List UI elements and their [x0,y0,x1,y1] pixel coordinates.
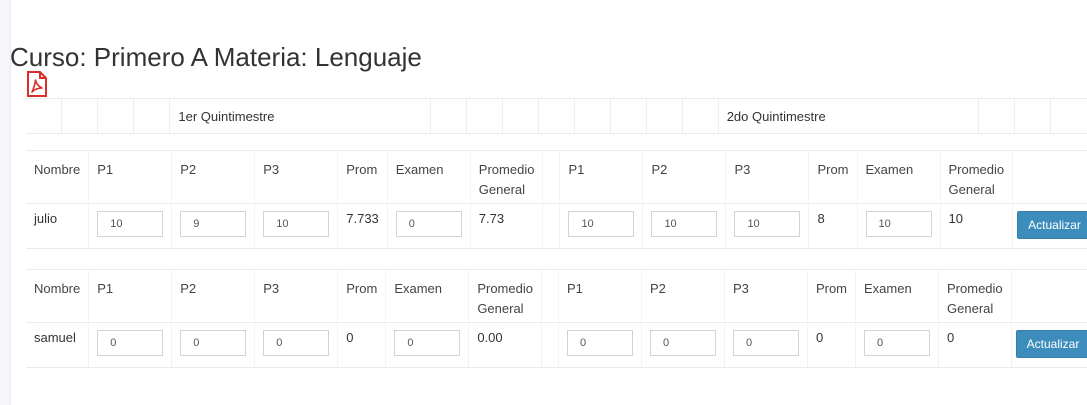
col-p1: P1 [88,269,172,323]
col-nombre: Nombre [26,150,89,204]
q2-p3-input[interactable] [732,330,799,356]
q1-p2-input[interactable] [180,330,247,356]
q2-p3-input[interactable] [734,211,801,237]
q1-prom-value: 7.733 [337,203,388,249]
table-header-row: Nombre P1 P2 P3 Prom Examen Promedio Gen… [26,150,1087,204]
q1-promedio-general-value: 0.00 [468,322,542,368]
col-p1: P1 [559,150,643,204]
col-p2: P2 [171,150,255,204]
q1-examen-input[interactable] [394,330,461,356]
spacer-cell [1012,150,1087,204]
q1-p3-input[interactable] [263,330,330,356]
quintimestre-header-table: 1er Quintimestre 2do Quintimestre [26,98,1087,134]
col-promedio-general: Promedio General [938,269,1012,323]
col-p3: P3 [254,269,338,323]
q2-prom-value: 0 [806,322,856,368]
col-promedio-general: Promedio General [468,269,542,323]
col-p3: P3 [254,150,338,204]
q2-p2-input[interactable] [651,211,718,237]
student-name: samuel [26,322,89,368]
table-header-row: Nombre P1 P2 P3 Prom Examen Promedio Gen… [26,269,1087,323]
spacer-cell [1010,269,1087,323]
actualizar-button[interactable]: Actualizar [1015,330,1087,358]
q2-p1-input[interactable] [566,330,633,356]
q1-p2-input[interactable] [180,211,247,237]
col-p2: P2 [642,150,726,204]
col-examen: Examen [386,150,471,204]
q1-promedio-general-value: 7.73 [469,203,543,249]
col-nombre: Nombre [26,269,89,323]
col-p2: P2 [171,269,255,323]
col-examen: Examen [855,269,939,323]
q1-p3-input[interactable] [263,211,330,237]
q2-p1-input[interactable] [568,211,635,237]
quintimestre-1-label: 1er Quintimestre [169,98,431,134]
col-prom: Prom [337,269,386,323]
col-p1: P1 [557,269,642,323]
q1-prom-value: 0 [337,322,386,368]
col-examen: Examen [856,150,940,204]
table-row: julio 7.733 7.73 8 10 Actualizar [26,203,1087,249]
col-p3: P3 [725,150,809,204]
col-p3: P3 [723,269,808,323]
spacer-cell [540,322,559,368]
q1-examen-input[interactable] [395,211,462,237]
q2-p2-input[interactable] [649,330,716,356]
col-promedio-general: Promedio General [939,150,1013,204]
col-prom: Prom [806,269,856,323]
col-prom: Prom [808,150,857,204]
table-row: samuel 0 0.00 0 0 Actualizar [26,322,1087,368]
col-prom: Prom [337,150,388,204]
col-promedio-general: Promedio General [469,150,543,204]
spacer-cell [542,203,560,249]
pdf-icon[interactable] [26,71,48,97]
q2-promedio-general-value: 10 [939,203,1013,249]
student-grade-table: Nombre P1 P2 P3 Prom Examen Promedio Gen… [26,269,1087,368]
page-title: Curso: Primero A Materia: Lenguaje [10,42,422,73]
q2-prom-value: 8 [808,203,857,249]
student-grade-table: Nombre P1 P2 P3 Prom Examen Promedio Gen… [26,150,1087,249]
q2-examen-input[interactable] [865,211,932,237]
col-examen: Examen [385,269,469,323]
q2-promedio-general-value: 0 [938,322,1012,368]
col-p1: P1 [88,150,172,204]
col-p2: P2 [640,269,725,323]
spacer-cell [540,269,559,323]
spacer-cell [542,150,560,204]
actualizar-button[interactable]: Actualizar [1017,211,1087,239]
q1-p1-input[interactable] [97,330,164,356]
q2-examen-input[interactable] [864,330,931,356]
q1-p1-input[interactable] [97,211,164,237]
student-name: julio [26,203,89,249]
quintimestre-2-label: 2do Quintimestre [717,98,979,134]
